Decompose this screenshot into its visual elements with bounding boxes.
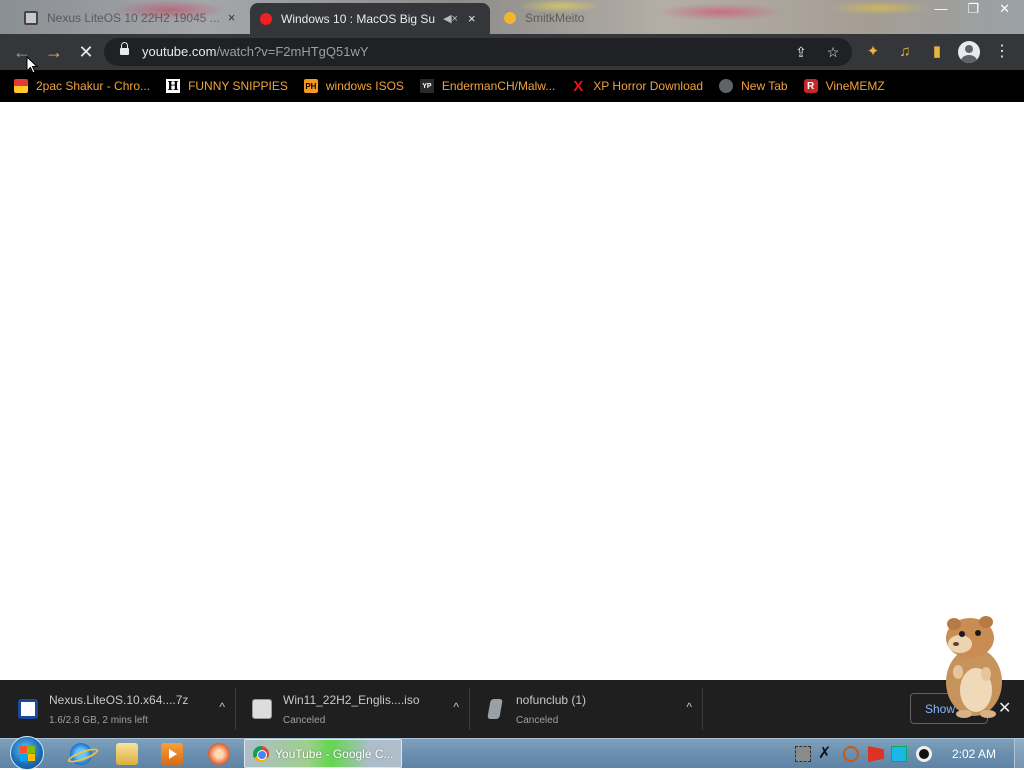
system-clock[interactable]: 2:02 AM bbox=[952, 747, 996, 761]
windows-taskbar: YouTube - Google C... ✗ 2:02 AM bbox=[0, 736, 1024, 770]
address-bar[interactable]: youtube.com/watch?v=F2mHTgQ51wY ⇪ ☆ bbox=[104, 38, 852, 66]
chevron-up-icon[interactable]: ^ bbox=[219, 700, 225, 714]
tab-close-icon[interactable]: × bbox=[228, 10, 236, 25]
tab-nexus-liteos[interactable]: Nexus LiteOS 10 22H2 19045 ... × bbox=[14, 3, 246, 32]
tray-x-icon[interactable]: ✗ bbox=[818, 746, 834, 762]
tray-search-icon[interactable] bbox=[843, 746, 859, 762]
download-status: Canceled bbox=[516, 715, 559, 726]
tab-smitkmeito[interactable]: SmitkMeito bbox=[494, 3, 674, 32]
extensions-puzzle-icon[interactable]: ✦ bbox=[863, 42, 883, 62]
tab-favicon-icon bbox=[504, 11, 516, 24]
youtube-favicon-icon bbox=[260, 12, 272, 25]
window-controls: — ❐ ✕ bbox=[934, 1, 1010, 17]
hamster-mascot[interactable] bbox=[936, 614, 1010, 718]
forward-arrow-icon[interactable]: → bbox=[43, 41, 65, 63]
bookmark-xp-horror[interactable]: X XP Horror Download bbox=[571, 77, 704, 95]
download-item[interactable]: nofunclub (1) Canceled ^ bbox=[471, 688, 703, 730]
browser-toolbar: ← → ✕ youtube.com/watch?v=F2mHTgQ51wY ⇪ … bbox=[0, 34, 1024, 70]
download-filename: Nexus.LiteOS.10.x64....7z bbox=[49, 693, 189, 707]
start-orb-icon[interactable] bbox=[10, 736, 44, 770]
bookmark-windows-isos[interactable]: PH windows ISOS bbox=[303, 79, 404, 93]
url-path: /watch?v=F2mHTgQ51wY bbox=[216, 44, 369, 59]
h-icon: H bbox=[166, 79, 181, 93]
internet-explorer-icon[interactable] bbox=[70, 743, 92, 765]
file-explorer-icon[interactable] bbox=[116, 743, 138, 765]
download-filename: nofunclub (1) bbox=[516, 693, 587, 707]
media-player-icon[interactable] bbox=[161, 743, 183, 765]
tv-icon bbox=[14, 79, 28, 93]
page-content-area bbox=[0, 102, 1024, 680]
taskbar-chrome-window[interactable]: YouTube - Google C... bbox=[244, 739, 402, 768]
taskbar-window-label: YouTube - Google C... bbox=[275, 746, 394, 761]
network-monitor-icon[interactable] bbox=[891, 746, 907, 762]
tab-label: Nexus LiteOS 10 22H2 19045 ... bbox=[47, 10, 220, 25]
volume-icon[interactable] bbox=[916, 746, 932, 762]
mute-tab-icon[interactable]: ◀× bbox=[443, 12, 458, 25]
url-host: youtube.com bbox=[142, 44, 217, 59]
app-icon[interactable] bbox=[208, 743, 230, 765]
action-center-flag-icon[interactable] bbox=[868, 746, 884, 762]
chevron-up-icon[interactable]: ^ bbox=[686, 700, 692, 714]
bookmark-endermanch[interactable]: YP EndermanCH/Malw... bbox=[419, 79, 556, 93]
bookmark-label: New Tab bbox=[741, 79, 788, 93]
download-item[interactable]: Nexus.LiteOS.10.x64....7z 1.6/2.8 GB, 2 … bbox=[4, 688, 236, 730]
bookmark-2pac[interactable]: 2pac Shakur - Chro... bbox=[14, 79, 150, 93]
bookmark-star-icon[interactable]: ☆ bbox=[824, 43, 842, 61]
bookmark-label: VineMEMZ bbox=[825, 79, 885, 93]
bookmark-vinememz[interactable]: R VineMEMZ bbox=[803, 79, 885, 93]
tab-close-icon[interactable]: × bbox=[468, 11, 476, 26]
stop-loading-icon[interactable]: ✕ bbox=[75, 41, 97, 63]
bookmarks-bar: 2pac Shakur - Chro... H FUNNY SNIPPIES P… bbox=[0, 70, 1024, 102]
show-desktop-button[interactable] bbox=[1014, 739, 1024, 768]
mouse-cursor-icon bbox=[26, 56, 38, 74]
bookmark-label: EndermanCH/Malw... bbox=[441, 79, 556, 93]
tray-app-icon[interactable] bbox=[795, 746, 811, 762]
browser-menu-icon[interactable]: ⋮ bbox=[992, 42, 1012, 62]
chevron-up-icon[interactable]: ^ bbox=[453, 700, 459, 714]
minimize-icon[interactable]: — bbox=[934, 1, 947, 17]
download-item[interactable]: Win11_22H2_Englis....iso Canceled ^ bbox=[238, 688, 470, 730]
tab-label: SmitkMeito bbox=[525, 10, 585, 25]
download-filename: Win11_22H2_Englis....iso bbox=[283, 693, 420, 707]
lock-icon[interactable] bbox=[120, 42, 129, 57]
tab-windows10-macos-active[interactable]: Windows 10 : MacOS Big Su ◀× × bbox=[250, 3, 490, 34]
bookmark-label: XP Horror Download bbox=[593, 79, 704, 93]
bookmark-label: windows ISOS bbox=[325, 79, 404, 93]
bookmark-funny-snippies[interactable]: H FUNNY SNIPPIES bbox=[166, 79, 288, 93]
tab-favicon-icon bbox=[24, 10, 38, 25]
bookmark-label: 2pac Shakur - Chro... bbox=[36, 79, 151, 93]
bookmark-new-tab[interactable]: New Tab bbox=[719, 79, 788, 93]
bookmark-label: FUNNY SNIPPIES bbox=[188, 79, 288, 93]
profile-avatar-icon[interactable] bbox=[958, 41, 980, 63]
generic-file-icon bbox=[487, 699, 503, 719]
download-status: Canceled bbox=[283, 715, 326, 726]
share-icon[interactable]: ⇪ bbox=[792, 43, 810, 61]
chrome-icon bbox=[253, 745, 269, 762]
download-status: 1.6/2.8 GB, 2 mins left bbox=[49, 715, 148, 726]
media-control-icon[interactable]: ♫ bbox=[895, 42, 915, 62]
close-window-icon[interactable]: ✕ bbox=[999, 1, 1010, 17]
ph-icon: PH bbox=[303, 79, 318, 93]
x-icon: X bbox=[573, 77, 584, 95]
7z-file-icon bbox=[18, 699, 38, 719]
globe-icon bbox=[719, 79, 734, 93]
iso-file-icon bbox=[252, 699, 272, 719]
tab-strip: Nexus LiteOS 10 22H2 19045 ... × Windows… bbox=[0, 0, 1024, 34]
yp-icon: YP bbox=[419, 79, 434, 93]
maximize-icon[interactable]: ❐ bbox=[967, 1, 979, 17]
tab-label: Windows 10 : MacOS Big Su bbox=[281, 11, 436, 26]
r-icon: R bbox=[803, 79, 818, 93]
download-bar: Nexus.LiteOS.10.x64....7z 1.6/2.8 GB, 2 … bbox=[0, 680, 1024, 738]
url-text[interactable]: youtube.com/watch?v=F2mHTgQ51wY bbox=[142, 44, 369, 59]
side-panel-icon[interactable]: ▮ bbox=[927, 42, 947, 62]
